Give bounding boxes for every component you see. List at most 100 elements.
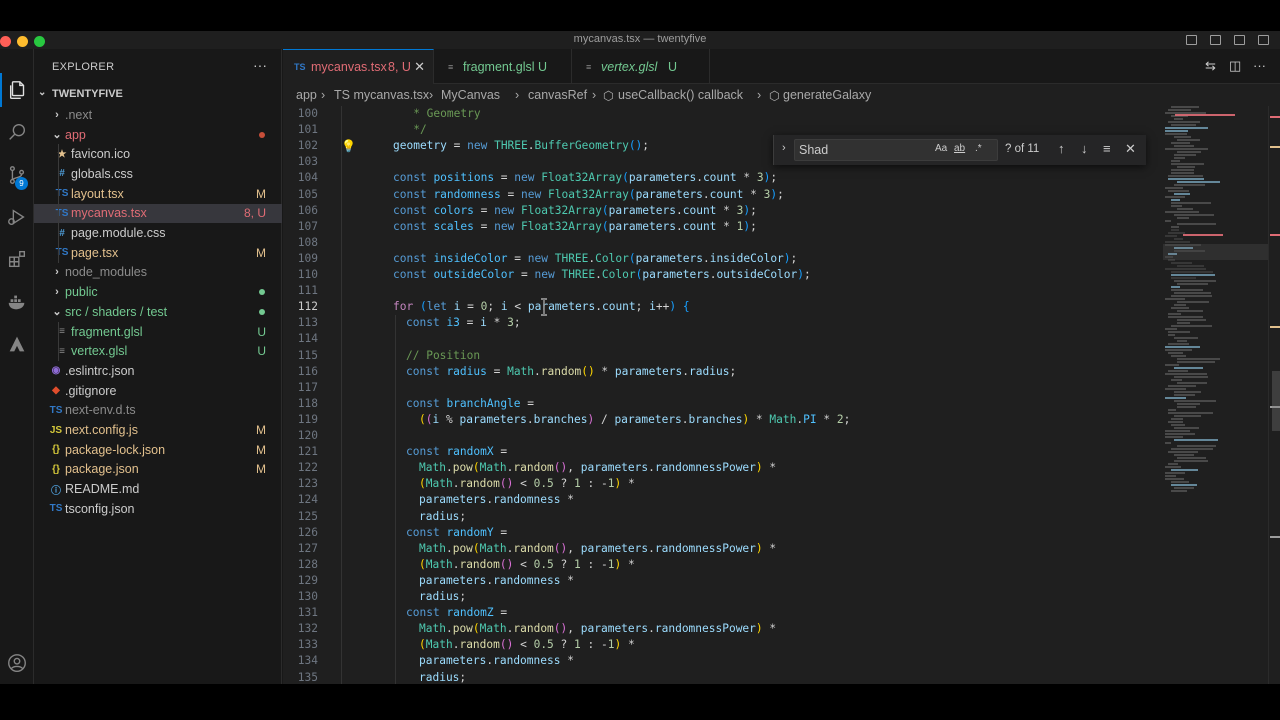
tree-item-label: fragment.glsl bbox=[71, 324, 143, 339]
code-line: 112 for (let i = 0; i < parameters.count;… bbox=[283, 299, 1163, 315]
vertical-scrollbar[interactable] bbox=[1268, 106, 1280, 684]
find-input[interactable] bbox=[794, 139, 998, 161]
breadcrumb-item[interactable]: useCallback() callback bbox=[618, 88, 743, 102]
code-token: count bbox=[601, 300, 636, 314]
tree-item[interactable]: TS next-env.d.ts bbox=[34, 401, 282, 421]
minimap-line bbox=[1174, 391, 1201, 393]
breadcrumb-item[interactable]: canvasRef bbox=[528, 88, 587, 102]
more-actions-icon[interactable]: ··· bbox=[1253, 58, 1266, 73]
tree-item[interactable]: {} package.json M bbox=[34, 460, 282, 480]
toggle-panel-icon[interactable] bbox=[1210, 35, 1221, 45]
tree-item[interactable]: TS layout.tsx M bbox=[34, 184, 282, 204]
minimap-line bbox=[1171, 295, 1212, 297]
tree-item[interactable]: {} package-lock.json M bbox=[34, 440, 282, 460]
code-token: ; bbox=[790, 251, 798, 265]
line-number: 135 bbox=[297, 670, 318, 684]
close-find-icon[interactable]: ✕ bbox=[1125, 141, 1136, 157]
minimap-line bbox=[1168, 409, 1176, 411]
minimap-line bbox=[1174, 487, 1194, 489]
tree-item-label: .eslintrc.json bbox=[65, 363, 135, 378]
tree-item[interactable]: TS mycanvas.tsx 8, U bbox=[34, 203, 282, 224]
code-line: 130 radius; bbox=[283, 589, 1163, 605]
more-actions-icon[interactable]: ··· bbox=[253, 57, 267, 73]
code-line: 133 (Math.random() < 0.5 ? 1 : -1) * bbox=[283, 637, 1163, 653]
tree-item[interactable]: ⌄ src / shaders / test bbox=[34, 302, 282, 322]
previous-match-icon[interactable]: ↑ bbox=[1058, 141, 1065, 156]
project-folder-header[interactable]: ⌄ TWENTYFIVE bbox=[34, 84, 282, 104]
code-token: 0.5 bbox=[533, 557, 554, 571]
minimap-error-marker bbox=[1183, 234, 1223, 236]
tree-item[interactable]: › node_modules bbox=[34, 263, 282, 283]
tree-item[interactable]: JS next.config.js M bbox=[34, 420, 282, 440]
tree-item[interactable]: › .next bbox=[34, 105, 282, 125]
tree-item[interactable]: ◆ .gitignore bbox=[34, 381, 282, 401]
tree-item[interactable]: ⌄ app bbox=[34, 125, 282, 145]
toggle-sidebar-icon[interactable] bbox=[1186, 35, 1197, 45]
tab-vertex[interactable]: ≡ vertex.glsl U bbox=[572, 49, 710, 84]
tree-item[interactable]: # globals.css bbox=[34, 164, 282, 184]
breadcrumb-item[interactable]: app bbox=[296, 88, 317, 102]
code-token: Float32Array bbox=[547, 187, 629, 201]
scrollbar-thumb[interactable] bbox=[1272, 371, 1280, 431]
close-icon[interactable]: ✕ bbox=[414, 59, 425, 75]
breadcrumb-item[interactable]: TS mycanvas.tsx bbox=[334, 88, 429, 102]
tree-item[interactable]: # page.module.css bbox=[34, 223, 282, 243]
code-line: 111 bbox=[283, 283, 1163, 299]
code-token: . bbox=[702, 251, 710, 265]
minimap-line bbox=[1177, 340, 1187, 342]
minimap-line bbox=[1171, 163, 1204, 165]
split-editor-icon[interactable]: ◫ bbox=[1229, 58, 1241, 74]
minimap-line bbox=[1165, 220, 1171, 222]
tree-item[interactable]: ⓘ README.md bbox=[34, 479, 282, 499]
compare-changes-icon[interactable]: ⇆ bbox=[1205, 58, 1216, 74]
code-token: ( bbox=[601, 203, 609, 217]
files-icon[interactable] bbox=[0, 73, 34, 107]
find-in-selection-icon[interactable]: ≡ bbox=[1103, 141, 1111, 156]
lightbulb-icon[interactable]: 💡 bbox=[341, 139, 356, 153]
next-match-icon[interactable]: ↓ bbox=[1081, 141, 1088, 156]
tree-item[interactable]: TS tsconfig.json bbox=[34, 499, 282, 519]
code-token: parameters bbox=[635, 187, 703, 201]
search-icon[interactable] bbox=[0, 115, 34, 149]
chevron-right-icon[interactable]: › bbox=[782, 142, 786, 154]
code-token: radius bbox=[446, 364, 487, 378]
tree-item[interactable]: ◉ .eslintrc.json bbox=[34, 361, 282, 381]
docker-icon[interactable] bbox=[0, 285, 34, 319]
tree-item[interactable]: ★ favicon.ico bbox=[34, 144, 282, 164]
minimap-line bbox=[1165, 268, 1206, 270]
minimap[interactable] bbox=[1163, 106, 1268, 684]
tab-mycanvas[interactable]: TS mycanvas.tsx 8, U ✕ bbox=[283, 49, 434, 84]
code-token: insideColor bbox=[709, 251, 784, 265]
breadcrumb-item[interactable]: generateGalaxy bbox=[783, 88, 871, 102]
arrow-icon[interactable] bbox=[0, 327, 34, 361]
tab-fragment[interactable]: ≡ fragment.glsl U bbox=[434, 49, 572, 84]
line-number: 124 bbox=[297, 493, 318, 507]
code-editor[interactable]: 100 * Geometry 101 */102 geometry = new TH… bbox=[283, 106, 1163, 684]
code-token: random bbox=[513, 461, 554, 475]
minimap-viewport[interactable] bbox=[1163, 244, 1268, 260]
extensions-icon[interactable] bbox=[0, 242, 34, 276]
tree-item[interactable]: › public bbox=[34, 282, 282, 302]
minimap-line bbox=[1171, 229, 1179, 231]
minimap-line bbox=[1174, 367, 1203, 369]
tree-item[interactable]: TS page.tsx M bbox=[34, 243, 282, 263]
toggle-secondary-sidebar-icon[interactable] bbox=[1234, 35, 1245, 45]
code-line: 127 Math.pow(Math.random(), parameters.ra… bbox=[283, 541, 1163, 557]
code-token: new bbox=[521, 187, 542, 201]
tree-item[interactable]: ≡ fragment.glsl U bbox=[34, 322, 282, 342]
match-whole-word-icon[interactable]: ab bbox=[954, 143, 965, 154]
match-case-icon[interactable]: Aa bbox=[935, 143, 947, 154]
regex-icon[interactable]: .* bbox=[975, 143, 982, 154]
line-number: 112 bbox=[297, 300, 318, 314]
run-debug-icon[interactable] bbox=[0, 200, 34, 234]
minimap-line bbox=[1174, 136, 1191, 138]
customize-layout-icon[interactable] bbox=[1258, 35, 1269, 45]
minimap-line bbox=[1174, 154, 1196, 156]
breadcrumb-item[interactable]: MyCanvas bbox=[441, 88, 500, 102]
scrollbar-marker bbox=[1270, 536, 1280, 538]
tree-item[interactable]: ≡ vertex.glsl U bbox=[34, 341, 282, 361]
code-token: branches bbox=[688, 412, 743, 426]
code-line: 122 Math.pow(Math.random(), parameters.ra… bbox=[283, 460, 1163, 476]
line-number: 130 bbox=[297, 590, 318, 603]
account-icon[interactable] bbox=[0, 646, 34, 680]
